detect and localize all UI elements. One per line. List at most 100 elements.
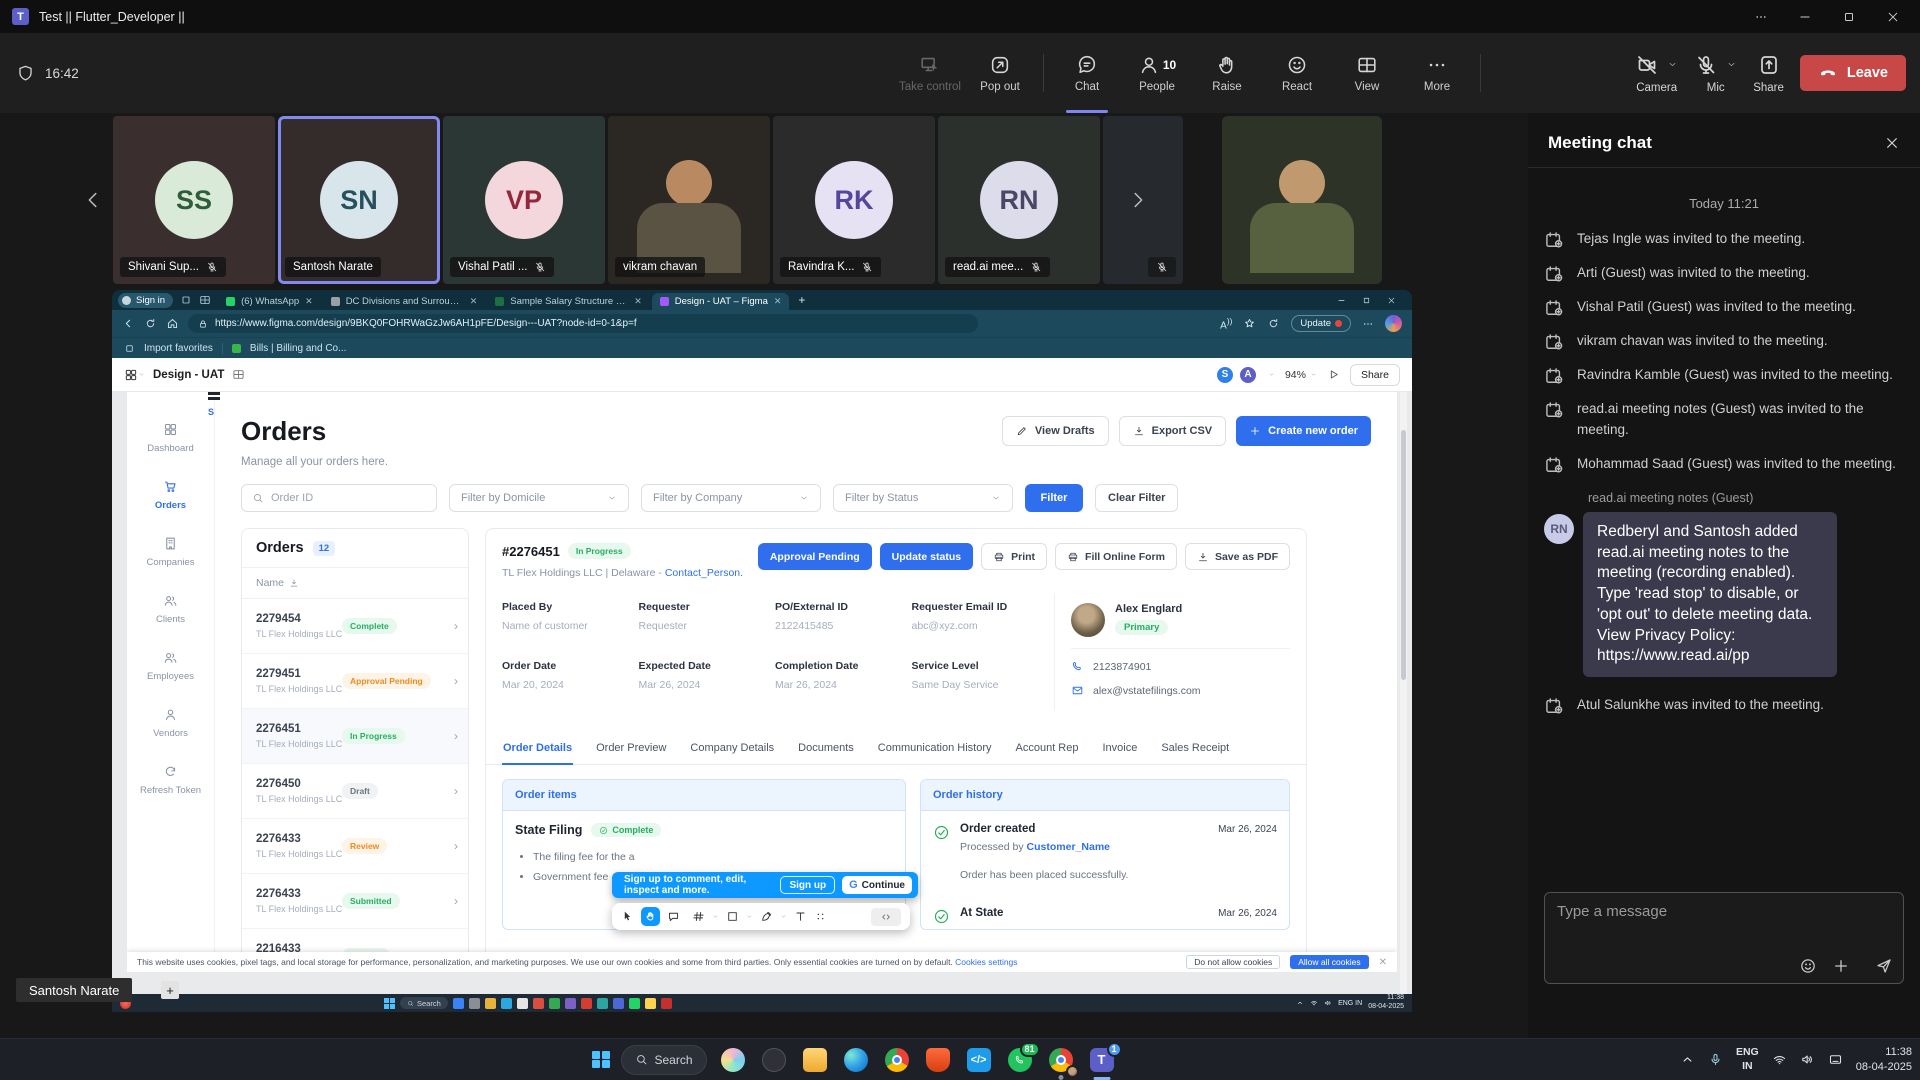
- close-tab-icon[interactable]: ✕: [634, 296, 642, 307]
- tab-order-details[interactable]: Order Details: [502, 733, 573, 764]
- close-tab-icon[interactable]: ✕: [305, 296, 313, 307]
- taskbar-search[interactable]: Search: [621, 1045, 707, 1075]
- vertical-tabs-icon[interactable]: [199, 294, 211, 306]
- order-row[interactable]: 2276433TL Flex Holdings LLCReview›: [242, 819, 468, 874]
- shared-language[interactable]: ENG IN: [1338, 1000, 1362, 1007]
- sync-icon[interactable]: [1267, 317, 1280, 330]
- taskbar-vscode-icon[interactable]: </>: [964, 1045, 994, 1075]
- chevron-down-icon[interactable]: [1667, 59, 1678, 70]
- comment-tool-icon[interactable]: [667, 910, 680, 923]
- collaborator-avatar[interactable]: A: [1238, 365, 1258, 385]
- taskbar-teams-icon[interactable]: T1: [1087, 1045, 1117, 1075]
- sidebar-item-companies[interactable]: Companies: [146, 536, 194, 568]
- update-status-button[interactable]: Update status: [880, 543, 973, 570]
- filter-by-domicile-dropdown[interactable]: Filter by Domicile: [449, 484, 629, 512]
- mic-tray-icon[interactable]: [1708, 1052, 1723, 1067]
- layout-panel-icon[interactable]: [232, 368, 245, 381]
- page-scrollbar[interactable]: [1400, 392, 1407, 994]
- more-dots-icon[interactable]: [1754, 10, 1768, 24]
- filter-by-company-dropdown[interactable]: Filter by Company: [641, 484, 821, 512]
- approval-pending-button[interactable]: Approval Pending: [758, 543, 872, 570]
- close-icon[interactable]: [1387, 296, 1396, 305]
- text-tool-icon[interactable]: [794, 910, 807, 923]
- export-csv-button[interactable]: Export CSV: [1119, 416, 1227, 446]
- shared-app-icon[interactable]: [581, 998, 592, 1009]
- address-field[interactable]: https://www.figma.com/design/9BKQ0FOHRWa…: [188, 314, 978, 333]
- toolbar-view-button[interactable]: View: [1332, 33, 1402, 113]
- start-button-icon[interactable]: [592, 1051, 610, 1069]
- chat-message-input[interactable]: [1545, 893, 1903, 951]
- chevron-down-icon[interactable]: [1268, 371, 1275, 378]
- chevron-down-icon[interactable]: [1726, 59, 1737, 70]
- share-control[interactable]: Share: [1753, 53, 1784, 94]
- shared-app-icon[interactable]: [469, 998, 480, 1009]
- wifi-icon[interactable]: [1772, 1052, 1787, 1067]
- camera-control[interactable]: Camera: [1635, 53, 1678, 94]
- deny-cookies-button[interactable]: Do not allow cookies: [1186, 955, 1280, 969]
- close-icon[interactable]: [1886, 10, 1900, 24]
- shared-app-icon[interactable]: [501, 998, 512, 1009]
- tiles-prev-button[interactable]: [82, 189, 104, 211]
- caret-up-icon[interactable]: [1296, 999, 1304, 1007]
- shared-search-box[interactable]: Search: [400, 997, 448, 1009]
- shared-app-icon[interactable]: [549, 998, 560, 1009]
- maximize-icon[interactable]: [1362, 296, 1371, 305]
- tiles-next-button[interactable]: [1127, 189, 1149, 211]
- filter-button[interactable]: Filter: [1025, 484, 1083, 512]
- sort-arrow-icon[interactable]: [289, 578, 299, 588]
- share-screen-icon[interactable]: [1757, 53, 1781, 77]
- sidebar-item-dashboard[interactable]: Dashboard: [147, 422, 193, 454]
- bookmark-item[interactable]: Bills | Billing and Co...: [250, 343, 347, 354]
- close-tab-icon[interactable]: ✕: [470, 296, 478, 307]
- sidebar-item-orders[interactable]: Orders: [155, 479, 186, 511]
- pin-presenter-button[interactable]: +: [161, 981, 179, 999]
- present-play-icon[interactable]: [1327, 368, 1340, 381]
- video-tile[interactable]: SSShivani Sup...: [113, 116, 275, 284]
- sidebar-item-clients[interactable]: Clients: [156, 593, 185, 625]
- order-row[interactable]: 2276450TL Flex Holdings LLCDraft›: [242, 764, 468, 819]
- widgets-tool-icon[interactable]: [814, 910, 827, 923]
- shared-app-icon[interactable]: [565, 998, 576, 1009]
- browser-profile-avatar[interactable]: [1385, 315, 1402, 332]
- sidebar-item-employees[interactable]: Employees: [147, 650, 194, 682]
- chevron-down-icon[interactable]: [746, 913, 753, 920]
- move-tool-icon[interactable]: [621, 910, 634, 923]
- video-tile[interactable]: SNSantosh Narate: [278, 116, 440, 284]
- speaker-icon[interactable]: [1800, 1052, 1815, 1067]
- figma-menu-icon[interactable]: [124, 368, 138, 382]
- camera-off-icon[interactable]: [1635, 53, 1659, 77]
- order-id-input[interactable]: [271, 492, 426, 504]
- tab-communication-history[interactable]: Communication History: [877, 733, 993, 764]
- browser-tab[interactable]: DC Divisions and Surroundings✕: [323, 293, 486, 310]
- tab-documents[interactable]: Documents: [797, 733, 855, 764]
- browser-tab[interactable]: Design - UAT – Figma✕: [652, 293, 790, 310]
- attach-plus-icon[interactable]: [1832, 957, 1850, 975]
- taskbar-dark-app-icon[interactable]: [759, 1045, 789, 1075]
- contact-email[interactable]: alex@vstatefilings.com: [1093, 685, 1201, 697]
- video-tile[interactable]: RNread.ai mee...: [938, 116, 1100, 284]
- video-tile[interactable]: vikram chavan: [608, 116, 770, 284]
- close-icon[interactable]: ✕: [1379, 957, 1387, 968]
- zoom-control[interactable]: 94%: [1285, 369, 1317, 381]
- chevron-down-icon[interactable]: [780, 913, 787, 920]
- minimize-icon[interactable]: [1798, 10, 1812, 24]
- mic-off-icon[interactable]: [1694, 53, 1718, 77]
- mic-control[interactable]: Mic: [1694, 53, 1737, 94]
- language-switcher[interactable]: ENG IN: [1736, 1046, 1759, 1072]
- reload-icon[interactable]: [144, 317, 157, 330]
- favorites-star-icon[interactable]: [1243, 317, 1256, 330]
- hand-tool-icon[interactable]: [641, 907, 660, 926]
- filter-by-status-dropdown[interactable]: Filter by Status: [833, 484, 1013, 512]
- system-clock[interactable]: 11:38 08-04-2025: [1856, 1045, 1912, 1075]
- shared-app-icon[interactable]: [661, 998, 672, 1009]
- shared-app-icon[interactable]: [645, 998, 656, 1009]
- toolbar-chat-button[interactable]: Chat: [1052, 33, 1122, 113]
- chevron-down-icon[interactable]: [138, 371, 145, 378]
- back-icon[interactable]: [122, 317, 135, 330]
- tab-sales-receipt[interactable]: Sales Receipt: [1160, 733, 1230, 764]
- new-tab-button[interactable]: +: [798, 293, 805, 307]
- minimize-icon[interactable]: [1337, 296, 1346, 305]
- contact-phone[interactable]: 2123874901: [1093, 661, 1151, 673]
- sidebar-item-vendors[interactable]: Vendors: [153, 707, 188, 739]
- figma-share-button[interactable]: Share: [1350, 364, 1400, 386]
